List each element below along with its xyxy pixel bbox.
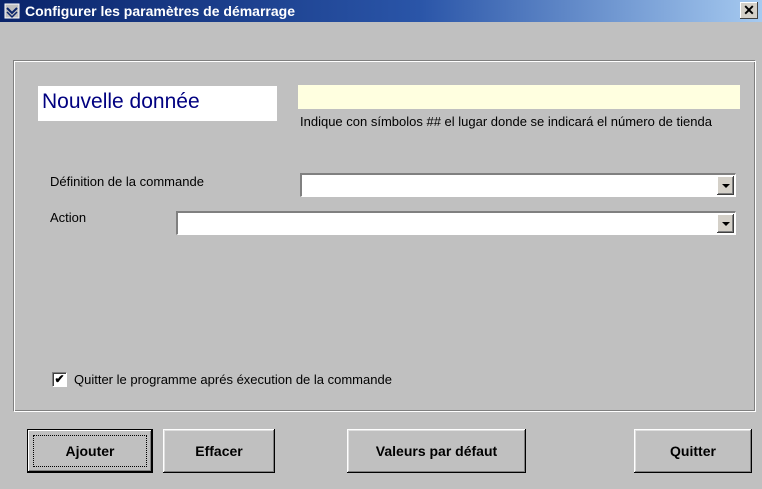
- clear-button[interactable]: Effacer: [163, 429, 275, 473]
- chevron-down-icon[interactable]: [717, 214, 734, 233]
- add-button[interactable]: Ajouter: [27, 429, 153, 473]
- close-icon[interactable]: ✕: [740, 2, 758, 19]
- chevron-down-icon[interactable]: [717, 176, 734, 195]
- action-label: Action: [50, 210, 87, 225]
- hint-text: Indique con símbolos ## el lugar donde s…: [300, 114, 712, 129]
- add-button-label: Ajouter: [33, 435, 147, 467]
- app-icon: [4, 3, 20, 19]
- new-data-label: Nouvelle donnée: [38, 86, 277, 121]
- window-title: Configurer les paramètres de démarrage: [25, 3, 295, 19]
- quit-after-label: Quitter le programme aprés éxecution de …: [74, 372, 392, 387]
- new-data-input[interactable]: [298, 85, 740, 109]
- command-definition-label: Définition de la commande: [50, 174, 204, 189]
- quit-button[interactable]: Quitter: [634, 429, 752, 473]
- quit-after-checkbox[interactable]: ✔: [52, 372, 67, 387]
- title-bar[interactable]: Configurer les paramètres de démarrage ✕: [0, 0, 762, 22]
- defaults-button[interactable]: Valeurs par défaut: [347, 429, 526, 473]
- command-definition-combo[interactable]: [300, 173, 736, 197]
- action-combo[interactable]: [176, 211, 736, 235]
